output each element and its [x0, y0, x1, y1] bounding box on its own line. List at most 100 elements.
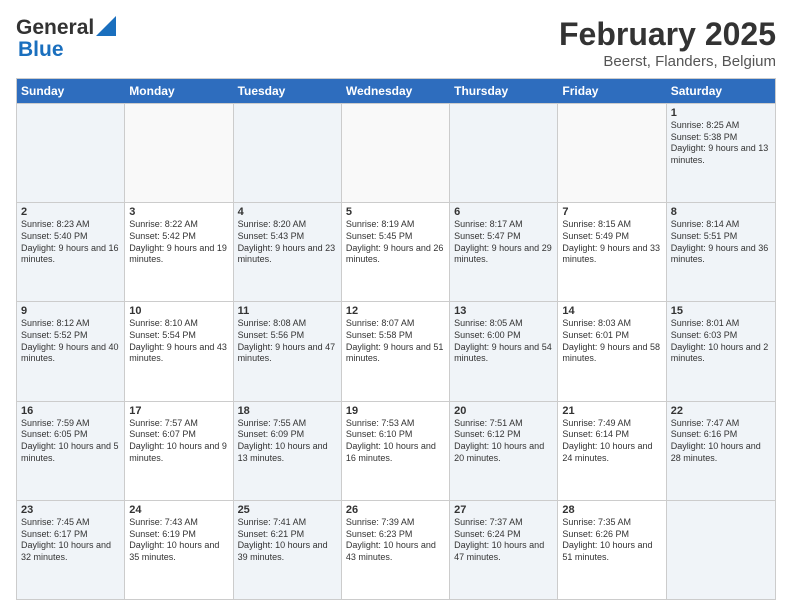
table-row	[125, 104, 233, 202]
table-row: 11Sunrise: 8:08 AM Sunset: 5:56 PM Dayli…	[234, 302, 342, 400]
table-row: 22Sunrise: 7:47 AM Sunset: 6:16 PM Dayli…	[667, 402, 775, 500]
day-info-2-1: Sunrise: 8:10 AM Sunset: 5:54 PM Dayligh…	[129, 318, 228, 365]
day-info-1-1: Sunrise: 8:22 AM Sunset: 5:42 PM Dayligh…	[129, 219, 228, 266]
day-info-1-4: Sunrise: 8:17 AM Sunset: 5:47 PM Dayligh…	[454, 219, 553, 266]
day-number-3-6: 22	[671, 405, 771, 417]
day-number-1-2: 4	[238, 206, 337, 218]
page: General Blue February 2025 Beerst, Fland…	[0, 0, 792, 612]
table-row	[234, 104, 342, 202]
day-number-4-3: 26	[346, 504, 445, 516]
day-info-1-2: Sunrise: 8:20 AM Sunset: 5:43 PM Dayligh…	[238, 219, 337, 266]
day-info-3-0: Sunrise: 7:59 AM Sunset: 6:05 PM Dayligh…	[21, 418, 120, 465]
table-row	[17, 104, 125, 202]
calendar-body: 1Sunrise: 8:25 AM Sunset: 5:38 PM Daylig…	[17, 103, 775, 599]
day-number-1-6: 8	[671, 206, 771, 218]
table-row: 26Sunrise: 7:39 AM Sunset: 6:23 PM Dayli…	[342, 501, 450, 599]
table-row: 27Sunrise: 7:37 AM Sunset: 6:24 PM Dayli…	[450, 501, 558, 599]
page-title: February 2025	[559, 16, 776, 53]
day-info-2-4: Sunrise: 8:05 AM Sunset: 6:00 PM Dayligh…	[454, 318, 553, 365]
table-row: 4Sunrise: 8:20 AM Sunset: 5:43 PM Daylig…	[234, 203, 342, 301]
day-number-1-0: 2	[21, 206, 120, 218]
table-row: 12Sunrise: 8:07 AM Sunset: 5:58 PM Dayli…	[342, 302, 450, 400]
day-number-4-0: 23	[21, 504, 120, 516]
day-info-3-3: Sunrise: 7:53 AM Sunset: 6:10 PM Dayligh…	[346, 418, 445, 465]
week-row-1: 2Sunrise: 8:23 AM Sunset: 5:40 PM Daylig…	[17, 202, 775, 301]
table-row: 23Sunrise: 7:45 AM Sunset: 6:17 PM Dayli…	[17, 501, 125, 599]
table-row: 17Sunrise: 7:57 AM Sunset: 6:07 PM Dayli…	[125, 402, 233, 500]
day-number-2-0: 9	[21, 305, 120, 317]
title-block: February 2025 Beerst, Flanders, Belgium	[559, 16, 776, 70]
day-info-4-2: Sunrise: 7:41 AM Sunset: 6:21 PM Dayligh…	[238, 517, 337, 564]
day-number-1-4: 6	[454, 206, 553, 218]
table-row: 6Sunrise: 8:17 AM Sunset: 5:47 PM Daylig…	[450, 203, 558, 301]
day-number-3-4: 20	[454, 405, 553, 417]
table-row: 15Sunrise: 8:01 AM Sunset: 6:03 PM Dayli…	[667, 302, 775, 400]
day-number-4-2: 25	[238, 504, 337, 516]
day-info-3-5: Sunrise: 7:49 AM Sunset: 6:14 PM Dayligh…	[562, 418, 661, 465]
page-subtitle: Beerst, Flanders, Belgium	[559, 53, 776, 70]
table-row: 24Sunrise: 7:43 AM Sunset: 6:19 PM Dayli…	[125, 501, 233, 599]
day-info-3-2: Sunrise: 7:55 AM Sunset: 6:09 PM Dayligh…	[238, 418, 337, 465]
day-number-0-6: 1	[671, 107, 771, 119]
day-number-4-5: 28	[562, 504, 661, 516]
day-number-2-4: 13	[454, 305, 553, 317]
table-row: 25Sunrise: 7:41 AM Sunset: 6:21 PM Dayli…	[234, 501, 342, 599]
week-row-2: 9Sunrise: 8:12 AM Sunset: 5:52 PM Daylig…	[17, 301, 775, 400]
table-row: 2Sunrise: 8:23 AM Sunset: 5:40 PM Daylig…	[17, 203, 125, 301]
table-row: 5Sunrise: 8:19 AM Sunset: 5:45 PM Daylig…	[342, 203, 450, 301]
header-wednesday: Wednesday	[342, 79, 450, 103]
table-row	[558, 104, 666, 202]
table-row: 14Sunrise: 8:03 AM Sunset: 6:01 PM Dayli…	[558, 302, 666, 400]
table-row: 3Sunrise: 8:22 AM Sunset: 5:42 PM Daylig…	[125, 203, 233, 301]
day-info-2-3: Sunrise: 8:07 AM Sunset: 5:58 PM Dayligh…	[346, 318, 445, 365]
day-info-3-6: Sunrise: 7:47 AM Sunset: 6:16 PM Dayligh…	[671, 418, 771, 465]
table-row	[450, 104, 558, 202]
logo-arrow-icon	[96, 16, 116, 36]
table-row: 19Sunrise: 7:53 AM Sunset: 6:10 PM Dayli…	[342, 402, 450, 500]
table-row	[667, 501, 775, 599]
day-number-3-5: 21	[562, 405, 661, 417]
day-info-2-0: Sunrise: 8:12 AM Sunset: 5:52 PM Dayligh…	[21, 318, 120, 365]
table-row: 7Sunrise: 8:15 AM Sunset: 5:49 PM Daylig…	[558, 203, 666, 301]
table-row: 21Sunrise: 7:49 AM Sunset: 6:14 PM Dayli…	[558, 402, 666, 500]
day-number-2-3: 12	[346, 305, 445, 317]
logo-general: General	[16, 16, 94, 40]
day-number-2-1: 10	[129, 305, 228, 317]
day-number-3-3: 19	[346, 405, 445, 417]
day-number-4-1: 24	[129, 504, 228, 516]
day-info-4-1: Sunrise: 7:43 AM Sunset: 6:19 PM Dayligh…	[129, 517, 228, 564]
header-monday: Monday	[125, 79, 233, 103]
day-info-3-4: Sunrise: 7:51 AM Sunset: 6:12 PM Dayligh…	[454, 418, 553, 465]
day-number-3-2: 18	[238, 405, 337, 417]
day-info-2-2: Sunrise: 8:08 AM Sunset: 5:56 PM Dayligh…	[238, 318, 337, 365]
table-row	[342, 104, 450, 202]
day-info-1-0: Sunrise: 8:23 AM Sunset: 5:40 PM Dayligh…	[21, 219, 120, 266]
day-number-3-1: 17	[129, 405, 228, 417]
day-info-4-3: Sunrise: 7:39 AM Sunset: 6:23 PM Dayligh…	[346, 517, 445, 564]
header-friday: Friday	[558, 79, 666, 103]
day-info-1-5: Sunrise: 8:15 AM Sunset: 5:49 PM Dayligh…	[562, 219, 661, 266]
calendar: Sunday Monday Tuesday Wednesday Thursday…	[16, 78, 776, 600]
header-tuesday: Tuesday	[234, 79, 342, 103]
day-number-2-6: 15	[671, 305, 771, 317]
logo-blue: Blue	[18, 38, 64, 62]
week-row-3: 16Sunrise: 7:59 AM Sunset: 6:05 PM Dayli…	[17, 401, 775, 500]
day-number-1-5: 7	[562, 206, 661, 218]
week-row-4: 23Sunrise: 7:45 AM Sunset: 6:17 PM Dayli…	[17, 500, 775, 599]
day-info-0-6: Sunrise: 8:25 AM Sunset: 5:38 PM Dayligh…	[671, 120, 771, 167]
table-row: 28Sunrise: 7:35 AM Sunset: 6:26 PM Dayli…	[558, 501, 666, 599]
week-row-0: 1Sunrise: 8:25 AM Sunset: 5:38 PM Daylig…	[17, 103, 775, 202]
day-info-2-5: Sunrise: 8:03 AM Sunset: 6:01 PM Dayligh…	[562, 318, 661, 365]
day-number-2-5: 14	[562, 305, 661, 317]
day-info-4-0: Sunrise: 7:45 AM Sunset: 6:17 PM Dayligh…	[21, 517, 120, 564]
day-number-3-0: 16	[21, 405, 120, 417]
table-row: 9Sunrise: 8:12 AM Sunset: 5:52 PM Daylig…	[17, 302, 125, 400]
header-saturday: Saturday	[667, 79, 775, 103]
header-sunday: Sunday	[17, 79, 125, 103]
table-row: 10Sunrise: 8:10 AM Sunset: 5:54 PM Dayli…	[125, 302, 233, 400]
table-row: 20Sunrise: 7:51 AM Sunset: 6:12 PM Dayli…	[450, 402, 558, 500]
day-info-3-1: Sunrise: 7:57 AM Sunset: 6:07 PM Dayligh…	[129, 418, 228, 465]
day-number-4-4: 27	[454, 504, 553, 516]
table-row: 18Sunrise: 7:55 AM Sunset: 6:09 PM Dayli…	[234, 402, 342, 500]
day-info-4-5: Sunrise: 7:35 AM Sunset: 6:26 PM Dayligh…	[562, 517, 661, 564]
